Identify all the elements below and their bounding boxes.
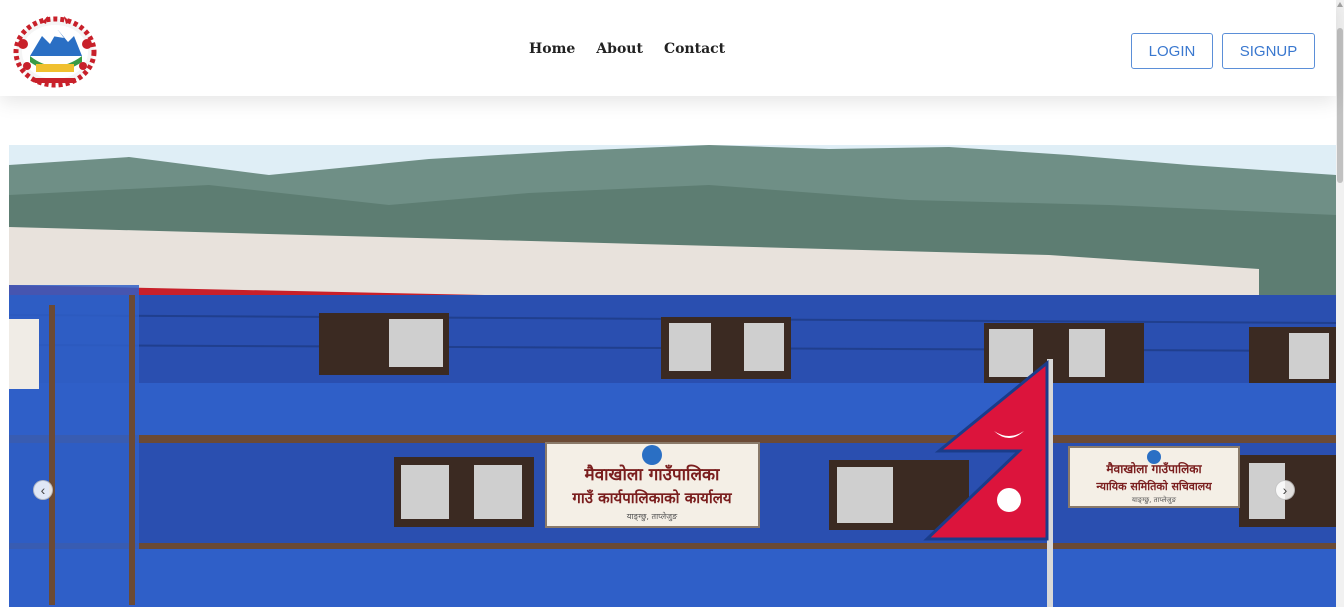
carousel-next-button[interactable]: › (1275, 480, 1295, 500)
office-building-photo: मैवाखोला गाउँपालिका गाउँ कार्यपालिकाको क… (9, 145, 1336, 607)
nav-contact-link[interactable]: Contact (664, 41, 725, 57)
navbar: Home About Contact LOGIN SIGNUP (0, 0, 1336, 96)
sign-main-line3: याङ्ग्छु, ताप्लेजुङ (627, 511, 678, 522)
nepal-emblem-logo[interactable] (12, 14, 98, 88)
main-nav: Home About Contact (529, 41, 746, 57)
login-button[interactable]: LOGIN (1131, 33, 1213, 69)
signup-button[interactable]: SIGNUP (1222, 33, 1315, 69)
page-scrollbar[interactable] (1336, 0, 1344, 607)
sign-right-line1: मैवाखोला गाउँपालिका (1105, 462, 1202, 476)
sign-main-line1: मैवाखोला गाउँपालिका (584, 464, 721, 485)
scroll-up-arrow-icon[interactable] (1337, 2, 1343, 7)
carousel-prev-button[interactable]: ‹ (33, 480, 53, 500)
nav-home-link[interactable]: Home (529, 41, 575, 57)
sign-right-line3: याङ्ग्छु, ताप्लेजुङ (1132, 495, 1177, 504)
sign-main-line2: गाउँ कार्यपालिकाको कार्यालय (571, 489, 733, 507)
chevron-left-icon: ‹ (40, 482, 46, 498)
nav-about-link[interactable]: About (596, 41, 643, 57)
chevron-right-icon: › (1282, 482, 1288, 498)
scrollbar-thumb[interactable] (1337, 28, 1343, 183)
sign-right-line2: न्यायिक समितिको सचिवालय (1095, 479, 1212, 493)
hero-carousel[interactable]: मैवाखोला गाउँपालिका गाउँ कार्यपालिकाको क… (9, 145, 1336, 607)
